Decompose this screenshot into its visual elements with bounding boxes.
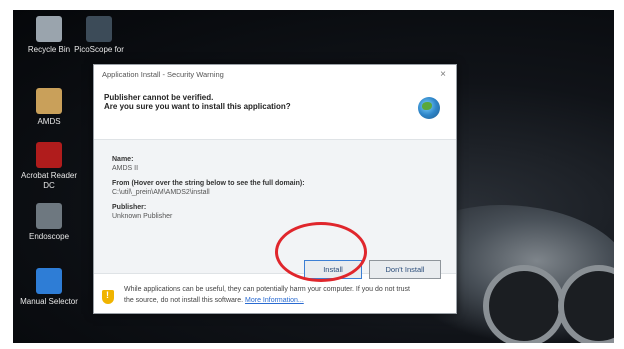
dialog-footer: While applications can be useful, they c…	[94, 274, 456, 338]
endoscope-icon	[36, 203, 62, 229]
desktop-icon-amds[interactable]: AMDS	[19, 88, 79, 127]
desktop-icon-picoscope[interactable]: PicoScope for	[69, 16, 129, 55]
desktop-icon-label: PicoScope for	[74, 45, 124, 54]
monitor-screen: Recycle Bin PicoScope for AMDS Acrobat R…	[13, 10, 614, 343]
shield-warning-icon	[102, 290, 114, 304]
picoscope-icon	[86, 16, 112, 42]
more-information-link[interactable]: More Information...	[245, 297, 304, 304]
manual-selector-icon	[36, 268, 62, 294]
globe-icon	[418, 97, 440, 119]
desktop-icon-label: Recycle Bin	[27, 45, 71, 54]
amds-icon	[36, 88, 62, 114]
footer-warning-text: While applications can be useful, they c…	[124, 284, 446, 306]
acrobat-icon	[36, 142, 62, 168]
close-icon[interactable]: ×	[440, 65, 446, 85]
recycle-bin-icon	[36, 16, 62, 42]
name-value: AMDS II	[112, 165, 139, 172]
footer-text-line-1: While applications can be useful, they c…	[124, 286, 410, 293]
warning-line-1: Publisher cannot be verified.	[104, 93, 214, 102]
warning-line-2: Are you sure you want to install this ap…	[104, 102, 291, 111]
desktop-icon-label: Acrobat Reader DC	[20, 171, 78, 190]
name-label: Name:	[112, 156, 134, 163]
desktop-icon-label: Endoscope	[28, 232, 70, 241]
dialog-title: Application Install - Security Warning	[102, 70, 224, 79]
desktop-icon-endoscope[interactable]: Endoscope	[19, 203, 79, 242]
footer-text-line-2: the source, do not install this software…	[124, 297, 244, 304]
security-warning-dialog: Application Install - Security Warning ×…	[93, 64, 457, 314]
dialog-titlebar: Application Install - Security Warning ×	[94, 65, 456, 85]
desktop-icon-label: AMDS	[37, 117, 61, 126]
desktop-icon-acrobat[interactable]: Acrobat Reader DC	[19, 142, 79, 191]
desktop-icon-manual-selector[interactable]: Manual Selector	[19, 268, 79, 307]
from-label: From (Hover over the string below to see…	[112, 180, 305, 187]
desktop-icon-label: Manual Selector	[20, 297, 78, 306]
car-wheel	[483, 265, 565, 343]
dialog-header: Publisher cannot be verified. Are you su…	[94, 85, 456, 139]
publisher-label: Publisher:	[112, 204, 147, 211]
annotation-circle	[275, 222, 367, 282]
publisher-value: Unknown Publisher	[112, 213, 173, 220]
from-value[interactable]: C:\util\_prein\AM\AMDS2\install	[112, 189, 446, 196]
